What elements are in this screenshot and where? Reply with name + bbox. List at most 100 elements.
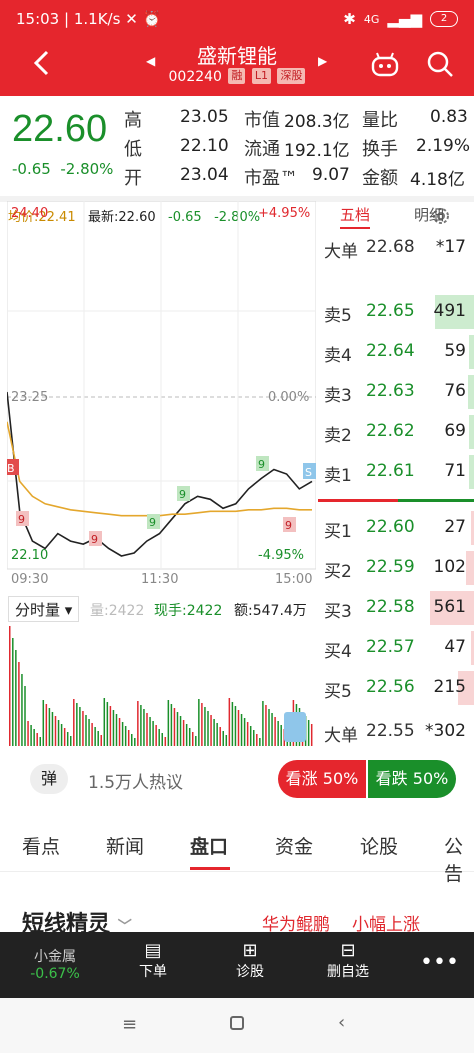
volume-bar — [91, 723, 93, 746]
bullish-button[interactable]: 看涨 50% — [278, 760, 366, 798]
axis-bot-pct: -4.95% — [258, 548, 304, 563]
volume-bar — [54, 716, 57, 746]
diagnose-button[interactable]: ⊞ 诊股 — [225, 940, 275, 981]
volume-bar — [249, 726, 252, 746]
tab-five-levels[interactable]: 五档 — [340, 204, 371, 229]
remove-watchlist-button[interactable]: ⊟ 删自选 — [318, 940, 378, 981]
order-button[interactable]: ▤ 下单 — [128, 940, 178, 981]
volume-bar — [82, 711, 84, 746]
volume-bar — [24, 686, 26, 746]
volume-bar — [188, 728, 191, 746]
volume-bar — [277, 721, 279, 746]
volume-bar — [182, 720, 185, 746]
news-topic-2[interactable]: 小幅上涨 — [352, 910, 420, 932]
volume-bar — [259, 738, 261, 746]
volume-bar — [280, 725, 282, 746]
bid-volume: 47 — [444, 637, 466, 657]
minus-box-icon: ⊟ — [340, 940, 356, 961]
volume-bar — [164, 737, 167, 746]
volume-bar — [45, 704, 48, 746]
robot-icon[interactable] — [370, 52, 400, 78]
ask-label: 卖1 — [324, 466, 352, 486]
volume-bar — [173, 708, 176, 746]
tab-news[interactable]: 新闻 — [106, 832, 144, 859]
back-nav-icon[interactable]: ‹ — [338, 1012, 345, 1033]
volume-bar — [127, 730, 130, 746]
sector-button[interactable]: 小金属 -0.67% — [20, 946, 90, 982]
volume-bar — [27, 721, 29, 746]
tab-forum[interactable]: 论股 — [360, 832, 398, 859]
tab-highlights[interactable]: 看点 — [22, 832, 60, 859]
tab-funds[interactable]: 资金 — [275, 832, 313, 859]
volume-bar — [36, 733, 38, 746]
volume-bar — [185, 724, 188, 746]
volume-bar — [192, 732, 194, 746]
volume-bar — [12, 638, 14, 746]
volume-bars — [9, 626, 313, 746]
bid-price: 22.59 — [366, 557, 415, 577]
mktcap-label: 市值 — [244, 110, 280, 131]
news-title[interactable]: 短线精灵 ﹀ — [22, 906, 132, 932]
volume-bar — [246, 722, 249, 746]
discussion-count[interactable]: 1.5万人热议 — [88, 768, 183, 793]
volume-bar — [237, 710, 240, 746]
ask-row-5[interactable]: 卖1 22.61 71 — [318, 452, 474, 492]
sector-name: 小金属 — [34, 949, 76, 965]
volume-bar — [310, 724, 313, 746]
svg-text:9: 9 — [91, 533, 98, 546]
volume-bar — [179, 716, 182, 746]
ask-volume: 69 — [444, 421, 466, 441]
menu-icon[interactable]: ≡ — [122, 1014, 137, 1035]
danmaku-toggle[interactable]: 弹 — [30, 764, 68, 794]
volume-bar — [51, 712, 54, 746]
bid-price: 22.60 — [366, 517, 415, 537]
ask-depth-bar — [467, 375, 474, 409]
ask-row-2[interactable]: 卖4 22.64 59 — [318, 332, 474, 372]
ask-row-4[interactable]: 卖2 22.62 69 — [318, 412, 474, 452]
stock-code: 002240 — [168, 69, 222, 85]
ask-price: 22.64 — [366, 341, 415, 361]
expand-chart-icon[interactable] — [284, 712, 306, 742]
bid-volume: 561 — [433, 597, 466, 617]
low-label: 低 — [124, 139, 142, 160]
volume-bar — [204, 707, 206, 746]
news-topic-1[interactable]: 华为鲲鹏 — [262, 910, 330, 932]
home-icon[interactable] — [230, 1016, 244, 1030]
bid-row-1[interactable]: 买1 22.60 27 — [318, 508, 474, 548]
ask-row-3[interactable]: 卖3 22.63 76 — [318, 372, 474, 412]
axis-top-price: 24.40 — [11, 206, 49, 221]
volume-bar — [158, 729, 160, 746]
low-value: 22.10 — [180, 136, 229, 156]
change-value: -0.65 — [12, 160, 51, 178]
bluetooth-icon: ✱ — [343, 10, 356, 28]
bid-row-5[interactable]: 买5 22.56 215 — [318, 668, 474, 708]
bearish-button[interactable]: 看跌 50% — [368, 760, 456, 798]
mktcap-value: 208.3亿 — [284, 112, 350, 132]
ask-row-1[interactable]: 卖5 22.65 491 — [318, 292, 474, 332]
bid-label: 买2 — [324, 562, 352, 582]
intraday-chart[interactable]: B 9 9 9 9 9 9 S — [7, 201, 316, 746]
big-buy-vol: *302 — [425, 721, 466, 741]
float-value: 192.1亿 — [284, 141, 350, 161]
volume-bar — [143, 709, 145, 746]
volume-bar — [103, 698, 106, 746]
tab-handicap[interactable]: 盘口 — [190, 832, 230, 870]
volume-bar — [70, 736, 72, 746]
tab-details[interactable]: 明细 — [414, 204, 444, 225]
bid-row-3[interactable]: 买3 22.58 561 — [318, 588, 474, 628]
volume-selector[interactable]: 分时量 ▾ — [8, 596, 80, 622]
sell-side-bar — [318, 499, 398, 502]
ask-price: 22.65 — [366, 301, 415, 321]
bid-label: 买1 — [324, 522, 352, 542]
ask-depth-bar — [469, 415, 474, 449]
mute-icon: ✕ — [125, 10, 138, 28]
bid-row-4[interactable]: 买4 22.57 47 — [318, 628, 474, 668]
bid-row-2[interactable]: 买2 22.59 102 — [318, 548, 474, 588]
next-stock-icon[interactable]: ▶ — [318, 54, 327, 68]
tab-notice[interactable]: 公告 — [444, 832, 474, 886]
ask-volume: 76 — [444, 381, 466, 401]
volume-bar — [216, 723, 218, 746]
search-icon[interactable] — [426, 50, 454, 78]
ask-label: 卖5 — [324, 306, 352, 326]
more-icon[interactable]: ••• — [420, 950, 459, 975]
